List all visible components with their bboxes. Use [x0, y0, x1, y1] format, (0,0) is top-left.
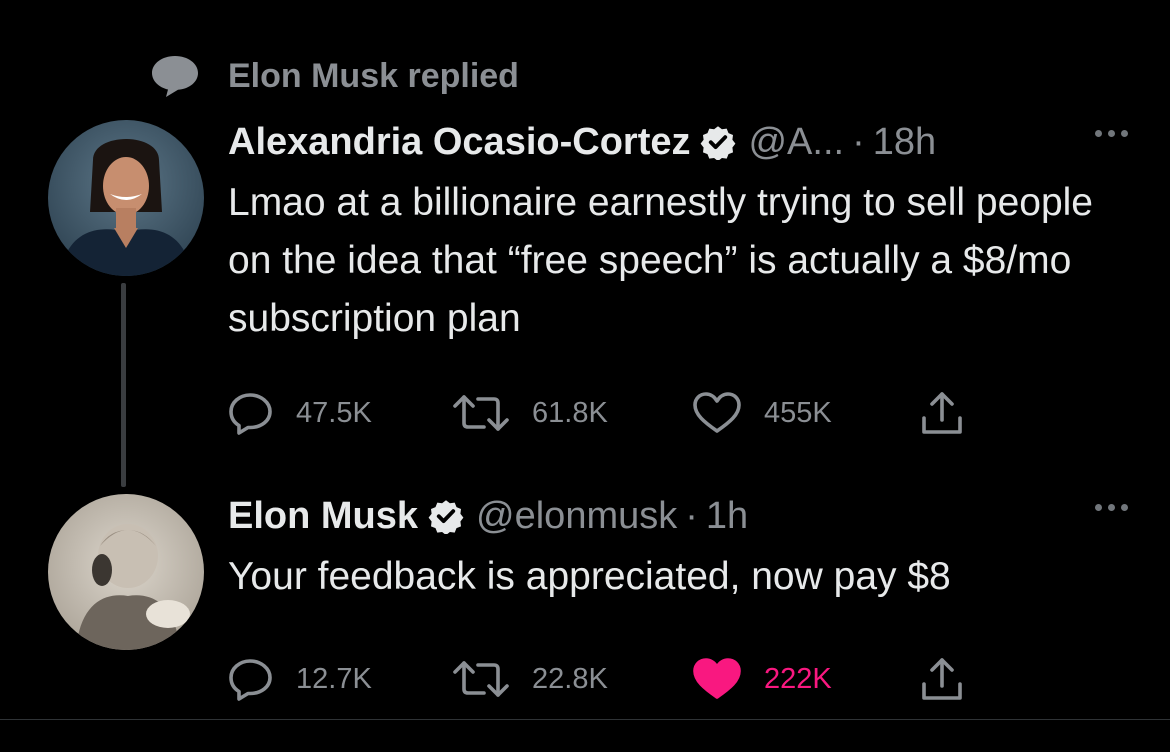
more-options-icon[interactable] [1095, 504, 1128, 511]
share-button[interactable] [920, 656, 968, 702]
retweet-icon [452, 391, 510, 435]
author-handle[interactable]: @A... [748, 121, 844, 164]
reply-icon [228, 657, 274, 701]
avatar[interactable] [48, 494, 204, 650]
tweet-header: Elon Musk @elonmusk · 1h [228, 490, 1128, 542]
reply-count: 12.7K [296, 662, 372, 695]
tweet-actions: 47.5K 61.8K 455K [228, 388, 1128, 438]
timestamp[interactable]: 18h [873, 121, 936, 164]
like-count: 222K [764, 662, 832, 695]
reply-button[interactable]: 47.5K [228, 391, 452, 435]
tweet[interactable]: Alexandria Ocasio-Cortez @A... · 18h Lma… [228, 116, 1128, 438]
tweet-header: Alexandria Ocasio-Cortez @A... · 18h [228, 116, 1128, 168]
verified-badge-icon [428, 498, 464, 534]
social-context-text[interactable]: Elon Musk replied [228, 57, 519, 96]
divider [0, 719, 1170, 720]
reply-icon [228, 391, 274, 435]
retweet-button[interactable]: 22.8K [452, 657, 692, 701]
reply-button[interactable]: 12.7K [228, 657, 452, 701]
avatar[interactable] [48, 120, 204, 276]
reply-count: 47.5K [296, 396, 372, 429]
more-options-icon[interactable] [1095, 130, 1128, 137]
author-handle[interactable]: @elonmusk [476, 495, 677, 538]
retweet-count: 61.8K [532, 396, 608, 429]
retweet-button[interactable]: 61.8K [452, 391, 692, 435]
heart-icon [692, 657, 742, 701]
speech-bubble-icon [150, 54, 200, 98]
tweet-actions: 12.7K 22.8K 222K [228, 654, 1128, 704]
verified-badge-icon [700, 124, 736, 160]
share-icon [920, 656, 964, 702]
retweet-count: 22.8K [532, 662, 608, 695]
share-icon [920, 390, 964, 436]
tweet-text: Your feedback is appreciated, now pay $8 [228, 555, 951, 598]
tweet-text: Lmao at a billionaire earnestly trying t… [228, 181, 1093, 340]
social-context: Elon Musk replied [150, 52, 519, 100]
like-button[interactable]: 222K [692, 657, 920, 701]
tweet-thread: Elon Musk replied Alexandria Ocasio-Cort… [0, 0, 1170, 752]
separator-dot: · [852, 120, 865, 163]
tweet[interactable]: Elon Musk @elonmusk · 1h Your feedback i… [228, 490, 1128, 704]
timestamp[interactable]: 1h [706, 495, 748, 538]
author-name[interactable]: Elon Musk [228, 495, 418, 538]
separator-dot: · [685, 494, 698, 537]
share-button[interactable] [920, 390, 968, 436]
like-button[interactable]: 455K [692, 391, 920, 435]
heart-icon [692, 391, 742, 435]
retweet-icon [452, 657, 510, 701]
author-name[interactable]: Alexandria Ocasio-Cortez [228, 121, 690, 164]
like-count: 455K [764, 396, 832, 429]
thread-connector [121, 283, 126, 487]
